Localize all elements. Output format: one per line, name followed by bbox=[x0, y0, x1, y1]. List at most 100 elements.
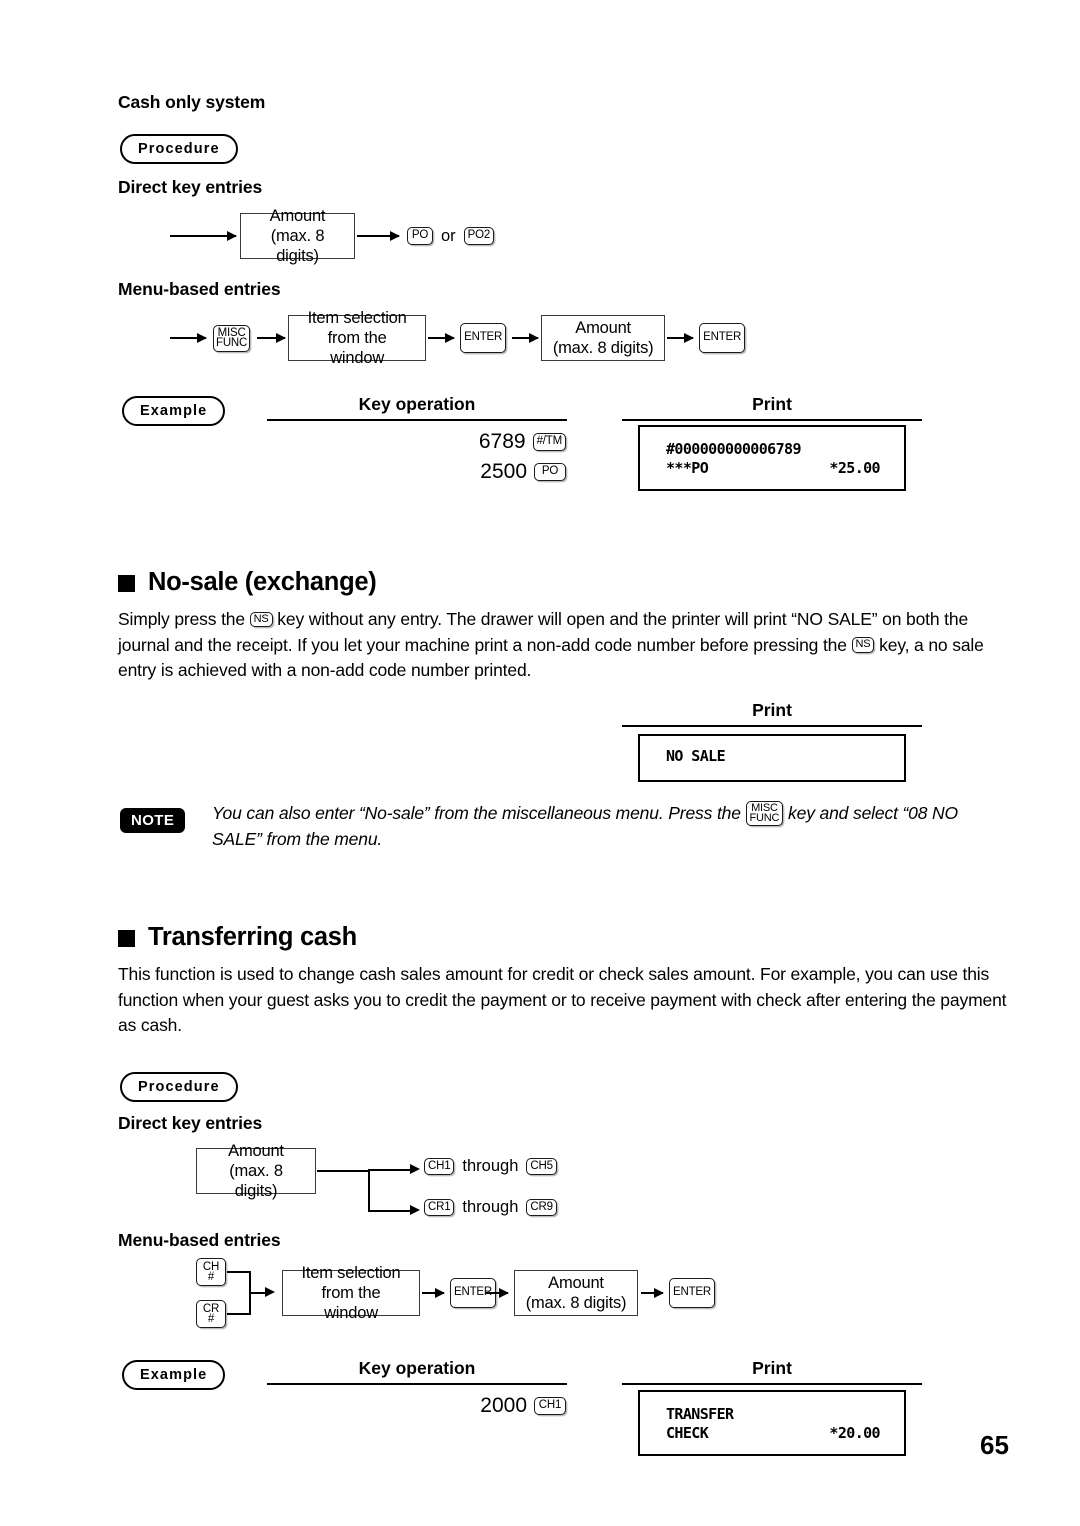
receipt-line: CHECK *20.00 bbox=[666, 1424, 904, 1443]
transferring-paragraph: This function is used to change cash sal… bbox=[118, 964, 1007, 1035]
transferring-title: Transferring cash bbox=[148, 923, 357, 951]
procedure-pill-2: Procedure bbox=[120, 1072, 238, 1102]
key-misc-func-line2: FUNC bbox=[216, 337, 248, 349]
key-operation-row: 2500 PO bbox=[400, 460, 566, 484]
print-receipt-1: #000000000006789 ***PO *25.00 bbox=[638, 425, 906, 491]
receipt-label: TRANSFER bbox=[666, 1405, 734, 1423]
amount-box-line1: Amount bbox=[269, 207, 326, 225]
key-operation-row: 6789 #/TM bbox=[400, 430, 566, 454]
branch-stem bbox=[317, 1170, 370, 1172]
amount-box-line1: Amount bbox=[575, 319, 631, 337]
branch-bottom-line bbox=[368, 1210, 412, 1212]
receipt-line: NO SALE bbox=[666, 747, 904, 766]
direct-key-entries-label-2: Direct key entries bbox=[118, 1113, 263, 1133]
example-pill-1: Example bbox=[122, 396, 226, 426]
key-cr-hash-line2: # bbox=[207, 1313, 215, 1325]
flow-arrow-icon bbox=[428, 332, 456, 343]
merge-top-line bbox=[227, 1271, 251, 1273]
branch-top-line bbox=[368, 1169, 412, 1171]
page-number: 65 bbox=[980, 1430, 1009, 1460]
key-misc-func-note[interactable]: MISC FUNC bbox=[745, 800, 784, 826]
key-po[interactable]: PO bbox=[407, 227, 433, 245]
key-ch1[interactable]: CH1 bbox=[534, 1397, 566, 1415]
receipt-label: ***PO bbox=[666, 459, 709, 477]
item-selection-box-1: Item selection from the window bbox=[288, 309, 427, 367]
print-receipt-3: TRANSFER CHECK *20.00 bbox=[638, 1390, 906, 1456]
key-operation-header-col-2: Key operation bbox=[267, 1358, 567, 1385]
note-badge: NOTE bbox=[120, 808, 186, 833]
cash-only-heading: Cash only system bbox=[118, 92, 266, 112]
key-operation-header-2: Key operation bbox=[358, 1358, 476, 1378]
no-sale-title: No-sale (exchange) bbox=[148, 568, 377, 596]
through-text: through bbox=[462, 1157, 519, 1175]
receipt-line: TRANSFER bbox=[666, 1405, 904, 1424]
key-ch1[interactable]: CH1 bbox=[424, 1157, 455, 1176]
print-header-2: Print bbox=[752, 700, 792, 720]
key-ns-2[interactable]: NS bbox=[851, 637, 875, 653]
flow-arrow-icon bbox=[641, 1287, 664, 1298]
key-operation-amount: 6789 bbox=[478, 430, 526, 453]
item-selection-line1: Item selection bbox=[301, 1264, 401, 1282]
key-operation-header-1: Key operation bbox=[358, 394, 476, 414]
amount-box-line2: (max. 8 digits) bbox=[270, 227, 325, 265]
flow-arrow-icon bbox=[667, 332, 695, 343]
menu-based-flow-2: CH # CR # Item selection from the window… bbox=[196, 1258, 715, 1328]
flow-arrow-icon bbox=[357, 230, 400, 241]
example-pill-2: Example bbox=[122, 1360, 226, 1390]
receipt-label: NO SALE bbox=[666, 747, 726, 765]
amount-box-line1: Amount bbox=[548, 1274, 604, 1292]
key-hash-tm[interactable]: #/TM bbox=[532, 433, 566, 451]
key-ns-1[interactable]: NS bbox=[249, 611, 273, 628]
procedure-pill-1: Procedure bbox=[120, 134, 238, 164]
no-sale-paragraph: Simply press the NS key without any entr… bbox=[118, 607, 1013, 684]
amount-box-line2: (max. 8 digits) bbox=[229, 1162, 283, 1200]
print-header-col-3: Print bbox=[622, 1358, 922, 1385]
flow-arrow-icon bbox=[257, 332, 287, 343]
header-rule bbox=[622, 419, 922, 421]
flow-arrow-icon bbox=[170, 230, 237, 241]
key-cr9[interactable]: CR9 bbox=[526, 1198, 557, 1217]
merge-bottom-line bbox=[227, 1313, 251, 1315]
key-ch-hash[interactable]: CH # bbox=[196, 1258, 226, 1286]
no-sale-heading: No-sale (exchange) bbox=[118, 568, 377, 597]
flow-arrow-icon bbox=[422, 1287, 445, 1298]
key-operation-list-2: 2000 CH1 bbox=[400, 1394, 566, 1418]
arrow-head-icon bbox=[410, 1205, 420, 1215]
key-enter-2b[interactable]: ENTER bbox=[669, 1278, 715, 1308]
key-po2[interactable]: PO2 bbox=[463, 227, 495, 245]
key-po[interactable]: PO bbox=[534, 463, 566, 481]
manual-page: Cash only system Procedure Direct key en… bbox=[0, 0, 1080, 1526]
receipt-amount: *20.00 bbox=[829, 1424, 880, 1442]
receipt-label: CHECK bbox=[666, 1424, 709, 1442]
through-text: through bbox=[462, 1198, 519, 1216]
amount-box-line2: (max. 8 digits) bbox=[552, 339, 654, 357]
header-rule bbox=[622, 725, 922, 727]
key-cr1[interactable]: CR1 bbox=[424, 1198, 455, 1217]
key-misc-func-1[interactable]: MISC FUNC bbox=[213, 324, 251, 352]
direct-key-entries-label-1: Direct key entries bbox=[118, 177, 263, 197]
print-header-col-1: Print bbox=[622, 394, 922, 421]
amount-box-4: Amount (max. 8 digits) bbox=[514, 1270, 638, 1316]
amount-box-2: Amount (max. 8 digits) bbox=[541, 315, 666, 361]
key-misc-func-line2: FUNC bbox=[749, 812, 780, 825]
key-operation-row: 2000 CH1 bbox=[400, 1394, 566, 1418]
item-selection-box-2: Item selection from the window bbox=[282, 1264, 420, 1322]
header-rule bbox=[267, 419, 567, 421]
square-bullet-icon bbox=[118, 930, 135, 947]
print-receipt-2: NO SALE bbox=[638, 734, 906, 782]
key-ch5[interactable]: CH5 bbox=[526, 1157, 557, 1176]
branch-row-ch: CH1 through CH5 bbox=[424, 1157, 557, 1176]
transferring-heading: Transferring cash bbox=[118, 923, 357, 952]
square-bullet-icon bbox=[118, 575, 135, 592]
key-cr-hash[interactable]: CR # bbox=[196, 1300, 226, 1328]
amount-box-line1: Amount bbox=[228, 1142, 284, 1160]
key-enter-1a[interactable]: ENTER bbox=[460, 323, 507, 353]
key-enter-1b[interactable]: ENTER bbox=[699, 323, 746, 353]
direct-key-flow-2: Amount (max. 8 digits) CH1 through CH5 C… bbox=[196, 1140, 616, 1232]
menu-based-flow-1: MISC FUNC Item selection from the window… bbox=[170, 309, 746, 367]
key-operation-list-1: 6789 #/TM 2500 PO bbox=[400, 430, 566, 484]
no-sale-text-seg1: Simply press the bbox=[118, 609, 250, 629]
arrow-head-icon bbox=[265, 1287, 275, 1297]
branch-row-cr: CR1 through CR9 bbox=[424, 1198, 557, 1217]
amount-box-3: Amount (max. 8 digits) bbox=[196, 1142, 316, 1200]
